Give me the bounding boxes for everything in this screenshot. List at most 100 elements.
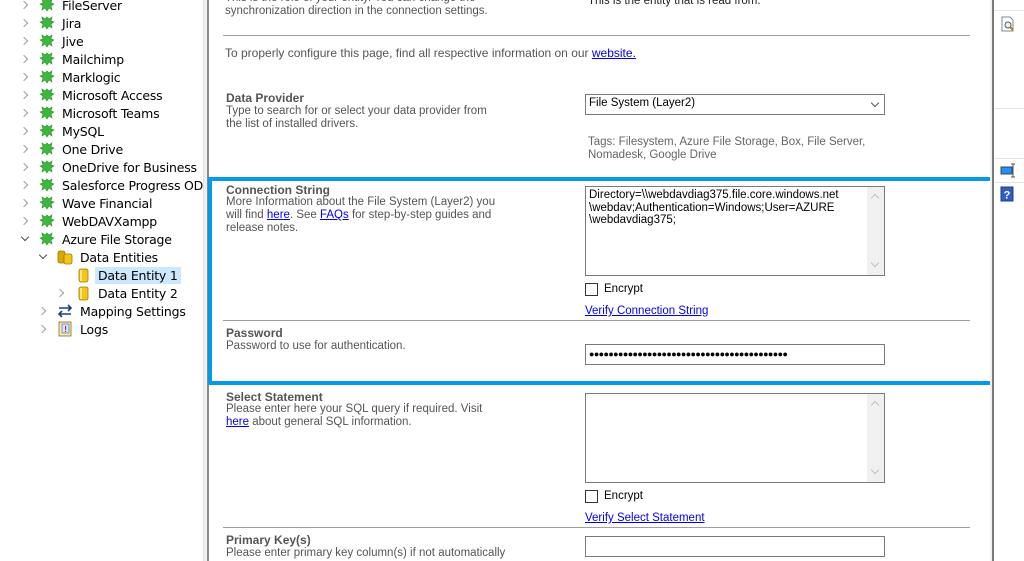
tree-item-label: Jive <box>62 33 84 49</box>
tree-item[interactable]: MySQL <box>20 122 107 140</box>
config-note: To properly configure this page, find al… <box>225 47 636 60</box>
role-description: This is the role of your entity. You can… <box>225 0 488 17</box>
navigation-tree[interactable]: FileServer Jira Jive Mailchimp Marklogic Micr… <box>0 0 203 561</box>
scroll-up-icon[interactable] <box>870 400 880 410</box>
connection-string-textarea[interactable]: Directory=\\webdavdiag375.file.core.wind… <box>585 186 885 276</box>
plugin-icon <box>39 0 55 13</box>
side-toolbar: ? <box>994 0 1024 561</box>
textarea-scrollbar[interactable] <box>867 187 884 275</box>
database-group-icon <box>57 249 73 265</box>
mapping-arrows-icon <box>57 303 73 319</box>
tree-item[interactable]: ! Logs <box>38 320 111 338</box>
chevron-right-icon[interactable] <box>20 54 30 64</box>
chevron-right-icon[interactable] <box>20 0 30 10</box>
tree-item[interactable]: Data Entity 1 <box>56 266 181 284</box>
tree-item[interactable]: Jira <box>20 14 84 32</box>
divider <box>994 10 1024 11</box>
divider <box>994 158 1024 159</box>
preview-document-icon[interactable] <box>1000 16 1016 32</box>
chevron-right-icon[interactable] <box>20 180 30 190</box>
scroll-down-icon[interactable] <box>870 465 880 475</box>
here-link[interactable]: here <box>267 209 290 221</box>
data-provider-select[interactable]: File System (Layer2) <box>585 94 885 115</box>
tree-item[interactable]: WebDAVXampp <box>20 212 160 230</box>
scroll-up-icon[interactable] <box>870 193 880 203</box>
tree-item-label: WebDAVXampp <box>62 213 158 229</box>
tree-item[interactable]: Data Entity 2 <box>56 284 181 302</box>
text-field-icon[interactable] <box>1000 162 1016 178</box>
verify-connection-string-link[interactable]: Verify Connection String <box>585 305 708 317</box>
tree-item-label: Salesforce Progress ODBC <box>62 177 203 193</box>
connection-string-line: Directory=\\webdavdiag375.file.core.wind… <box>589 189 839 201</box>
chevron-right-icon[interactable] <box>20 36 30 46</box>
scroll-down-icon[interactable] <box>870 258 880 268</box>
chevron-right-icon[interactable] <box>20 18 30 28</box>
select-statement-title: Select Statement <box>226 390 323 404</box>
chevron-right-icon[interactable] <box>20 126 30 136</box>
select-statement-textarea[interactable] <box>585 393 885 483</box>
connection-string-title: Connection String <box>226 183 330 197</box>
website-link[interactable]: website. <box>592 46 636 60</box>
chevron-right-icon[interactable] <box>38 324 48 334</box>
tree-item[interactable]: FileServer <box>20 0 125 14</box>
chevron-down-icon[interactable] <box>38 252 48 262</box>
help-icon[interactable]: ? <box>1000 186 1016 202</box>
textarea-scrollbar[interactable] <box>867 394 884 482</box>
chevron-down-icon[interactable] <box>20 234 30 244</box>
tree-item[interactable]: Mapping Settings <box>38 302 189 320</box>
encrypt-connection-label: Encrypt <box>604 283 643 295</box>
tree-item[interactable]: Microsoft Access <box>20 86 165 104</box>
tree-item[interactable]: Jive <box>20 32 86 50</box>
plugin-icon <box>39 105 55 121</box>
chevron-right-icon[interactable] <box>20 216 30 226</box>
password-title: Password <box>226 326 283 340</box>
plugin-icon <box>39 15 55 31</box>
chevron-right-icon[interactable] <box>20 144 30 154</box>
tree-item[interactable]: Marklogic <box>20 68 123 86</box>
verify-select-statement-link[interactable]: Verify Select Statement <box>585 512 705 524</box>
data-provider-description: Type to search for or select your data p… <box>226 105 487 130</box>
tree-item[interactable]: Mailchimp <box>20 50 127 68</box>
data-provider-tags: Tags: Filesystem, Azure File Storage, Bo… <box>588 136 866 161</box>
plugin-icon <box>39 69 55 85</box>
chevron-right-icon[interactable] <box>20 108 30 118</box>
desc-text: Please enter here your SQL query if requ… <box>226 403 483 415</box>
divider <box>994 108 1024 109</box>
chevron-right-icon[interactable] <box>20 198 30 208</box>
tree-item-label: Microsoft Access <box>62 87 163 103</box>
plugin-icon <box>39 213 55 229</box>
plugin-icon <box>39 231 55 247</box>
config-note-text: To properly configure this page, find al… <box>225 46 592 60</box>
sql-here-link[interactable]: here <box>226 416 249 428</box>
plugin-icon <box>39 123 55 139</box>
chevron-down-icon[interactable] <box>870 98 880 108</box>
tree-item[interactable]: Data Entities <box>38 248 161 266</box>
plugin-icon <box>39 51 55 67</box>
password-description: Password to use for authentication. <box>226 340 406 352</box>
faqs-link[interactable]: FAQs <box>320 209 349 221</box>
divider <box>223 320 970 321</box>
tree-item[interactable]: Azure File Storage <box>20 230 175 248</box>
primary-keys-input[interactable] <box>585 536 885 557</box>
chevron-right-icon[interactable] <box>20 72 30 82</box>
tree-item[interactable]: Wave Financial <box>20 194 155 212</box>
chevron-right-icon[interactable] <box>56 288 66 298</box>
tree-item-label: Jira <box>62 15 82 31</box>
tree-item[interactable]: Salesforce Progress ODBC <box>20 176 203 194</box>
chevron-right-icon[interactable] <box>38 306 48 316</box>
plugin-icon <box>39 87 55 103</box>
tree-item[interactable]: One Drive <box>20 140 126 158</box>
encrypt-connection-checkbox[interactable] <box>585 283 598 296</box>
tree-item-label: Microsoft Teams <box>62 105 160 121</box>
tree-item-label: FileServer <box>62 0 122 13</box>
log-book-icon: ! <box>57 321 73 337</box>
tree-item[interactable]: OneDrive for Business <box>20 158 200 176</box>
chevron-right-icon[interactable] <box>20 162 30 172</box>
encrypt-select-checkbox[interactable] <box>585 490 598 503</box>
tree-item[interactable]: Microsoft Teams <box>20 104 162 122</box>
chevron-right-icon[interactable] <box>20 90 30 100</box>
password-input[interactable]: ●●●●●●●●●●●●●●●●●●●●●●●●●●●●●●●●●●●●●●●●… <box>585 344 885 365</box>
tree-item-label: OneDrive for Business <box>62 159 197 175</box>
tree-item-label: Data Entity 1 <box>95 266 181 284</box>
database-icon <box>75 285 91 301</box>
